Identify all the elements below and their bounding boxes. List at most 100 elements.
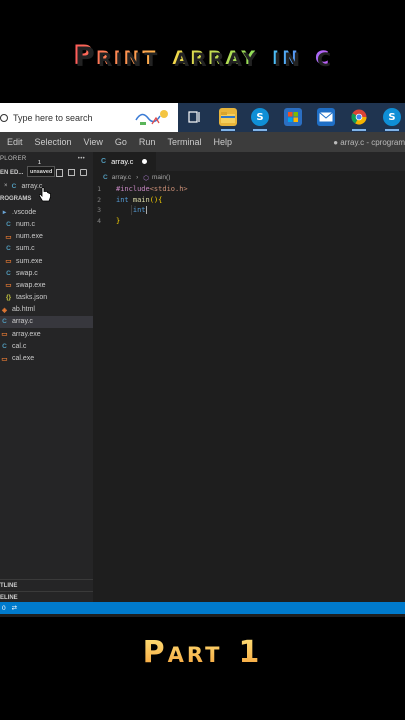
menu-selection[interactable]: Selection	[35, 137, 72, 147]
code-token: main	[132, 195, 150, 204]
file-row-cal-c[interactable]: Ccal.c	[0, 340, 93, 352]
exe-file-icon: ▭	[5, 233, 12, 241]
code-token: (){	[149, 195, 163, 204]
code-token: int	[132, 206, 146, 215]
file-name: array.c	[12, 318, 33, 326]
breadcrumb-file[interactable]: array.c	[112, 174, 131, 181]
live-share-icon[interactable]: ⇄	[12, 604, 17, 612]
line-number: 1	[97, 185, 101, 194]
code-line: 1 #include <stdio.h>	[93, 184, 405, 195]
hand-pointer-icon	[38, 187, 51, 202]
title-word-print: Print	[73, 39, 159, 71]
video-title: Print array in c	[0, 30, 405, 80]
file-name: sum.exe	[16, 257, 43, 265]
menu-view[interactable]: View	[84, 137, 103, 147]
close-all-icon[interactable]	[80, 169, 87, 176]
chevron-right-icon: ›	[136, 174, 139, 181]
window-title: ● array.c - cprogram	[333, 137, 405, 147]
explorer-header: PLORER •••	[0, 152, 93, 166]
close-icon[interactable]: ×	[4, 183, 8, 189]
c-file-icon: C	[11, 182, 17, 190]
more-actions-icon[interactable]: •••	[78, 156, 85, 162]
code-editor[interactable]: 1 #include <stdio.h> 2 int main(){ 3 int …	[93, 184, 405, 226]
file-name: num.c	[16, 220, 36, 228]
error-count[interactable]: 0	[2, 605, 6, 612]
code-line: 3 int	[93, 205, 405, 216]
menu-terminal[interactable]: Terminal	[167, 137, 201, 147]
file-row-swap-c[interactable]: Cswap.c	[0, 267, 93, 279]
function-symbol-icon: ⬡	[143, 174, 149, 182]
breadcrumb-symbol[interactable]: main()	[152, 174, 170, 181]
open-editors-section[interactable]: EN ED... 1 unsaved	[0, 160, 93, 180]
breadcrumb: C array.c › ⬡ main()	[93, 171, 405, 184]
file-row-num-exe[interactable]: ▭ num.exe	[0, 231, 93, 243]
code-line: 4 }	[93, 216, 405, 227]
title-word-c: c	[315, 39, 332, 71]
file-name: ab.html	[12, 306, 35, 314]
folder-label: ROGRAMS	[0, 196, 32, 203]
part-number: 1	[238, 635, 263, 670]
outline-section[interactable]: TLINE	[0, 579, 93, 591]
video-part-label: Part 1	[0, 630, 405, 675]
exe-file-icon: ▭	[1, 331, 8, 339]
tab-label: array.c	[111, 157, 134, 166]
file-row-array-exe[interactable]: ▭ array.exe	[0, 328, 93, 340]
title-word-array: array	[172, 39, 259, 71]
code-token: <stdio.h>	[149, 185, 188, 194]
c-file-icon: C	[103, 174, 108, 181]
file-row-tasks-json[interactable]: {} tasks.json	[0, 292, 93, 304]
mail-icon[interactable]	[317, 108, 335, 126]
explorer-sidebar: PLORER ••• EN ED... 1 unsaved × C array.…	[0, 152, 93, 602]
search-doodle-icon	[135, 110, 168, 125]
menu-go[interactable]: Go	[115, 137, 127, 147]
code-token: }	[116, 216, 121, 225]
store-icon[interactable]	[284, 108, 302, 126]
file-name: sum.c	[16, 245, 35, 253]
c-file-icon: C	[2, 318, 7, 326]
file-row-cal-exe[interactable]: ▭ cal.exe	[0, 352, 93, 364]
save-all-icon[interactable]	[68, 169, 75, 176]
file-name: cal.c	[12, 342, 27, 350]
editor-tabs: C array.c	[93, 152, 405, 171]
file-name: tasks.json	[16, 294, 48, 302]
file-row-array-c[interactable]: Carray.c	[0, 315, 93, 329]
c-file-icon: C	[6, 245, 11, 253]
exe-file-icon: ▭	[1, 355, 8, 363]
explorer-title: PLORER	[0, 156, 27, 162]
skype-icon[interactable]: S	[251, 108, 269, 131]
code-token: int	[116, 195, 129, 204]
file-row-sum-exe[interactable]: ▭ sum.exe	[0, 255, 93, 267]
unsaved-tooltip: unsaved	[27, 166, 56, 177]
file-row-ab-html[interactable]: ◈ ab.html	[0, 304, 93, 316]
screen-capture: Type here to search S S Edit Selection V…	[0, 103, 405, 617]
file-row-vscode[interactable]: ▸ .vscode	[0, 206, 93, 218]
line-number: 3	[97, 206, 101, 215]
file-name: num.exe	[16, 233, 43, 241]
chrome-icon[interactable]	[350, 108, 368, 131]
title-word-in: in	[272, 39, 301, 71]
json-file-icon: {}	[5, 294, 12, 302]
taskbar-search-box[interactable]: Type here to search	[0, 103, 178, 132]
open-editors-label: EN ED...	[0, 170, 24, 176]
file-row-swap-exe[interactable]: ▭ swap.exe	[0, 279, 93, 291]
editor-area: C array.c C array.c › ⬡ main() 1 #includ…	[93, 152, 405, 602]
menu-run[interactable]: Run	[139, 137, 156, 147]
search-placeholder: Type here to search	[13, 112, 93, 123]
part-word: Part	[142, 635, 223, 670]
new-file-icon[interactable]	[56, 169, 63, 177]
file-name: array.exe	[12, 330, 41, 338]
skype-tray-icon[interactable]: S	[383, 108, 401, 131]
file-explorer-icon[interactable]	[219, 108, 237, 131]
folder-icon: ▸	[2, 209, 7, 217]
indent-guide	[131, 205, 132, 215]
text-cursor	[145, 206, 147, 215]
task-view-icon[interactable]	[186, 108, 204, 126]
menu-edit[interactable]: Edit	[7, 137, 23, 147]
unsaved-dot-icon[interactable]	[142, 159, 147, 164]
tab-array-c[interactable]: C array.c	[93, 152, 156, 171]
file-row-sum-c[interactable]: Csum.c	[0, 243, 93, 255]
file-name: cal.exe	[12, 355, 35, 363]
line-number: 4	[97, 216, 101, 225]
menu-help[interactable]: Help	[213, 137, 232, 147]
file-row-num-c[interactable]: Cnum.c	[0, 218, 93, 230]
